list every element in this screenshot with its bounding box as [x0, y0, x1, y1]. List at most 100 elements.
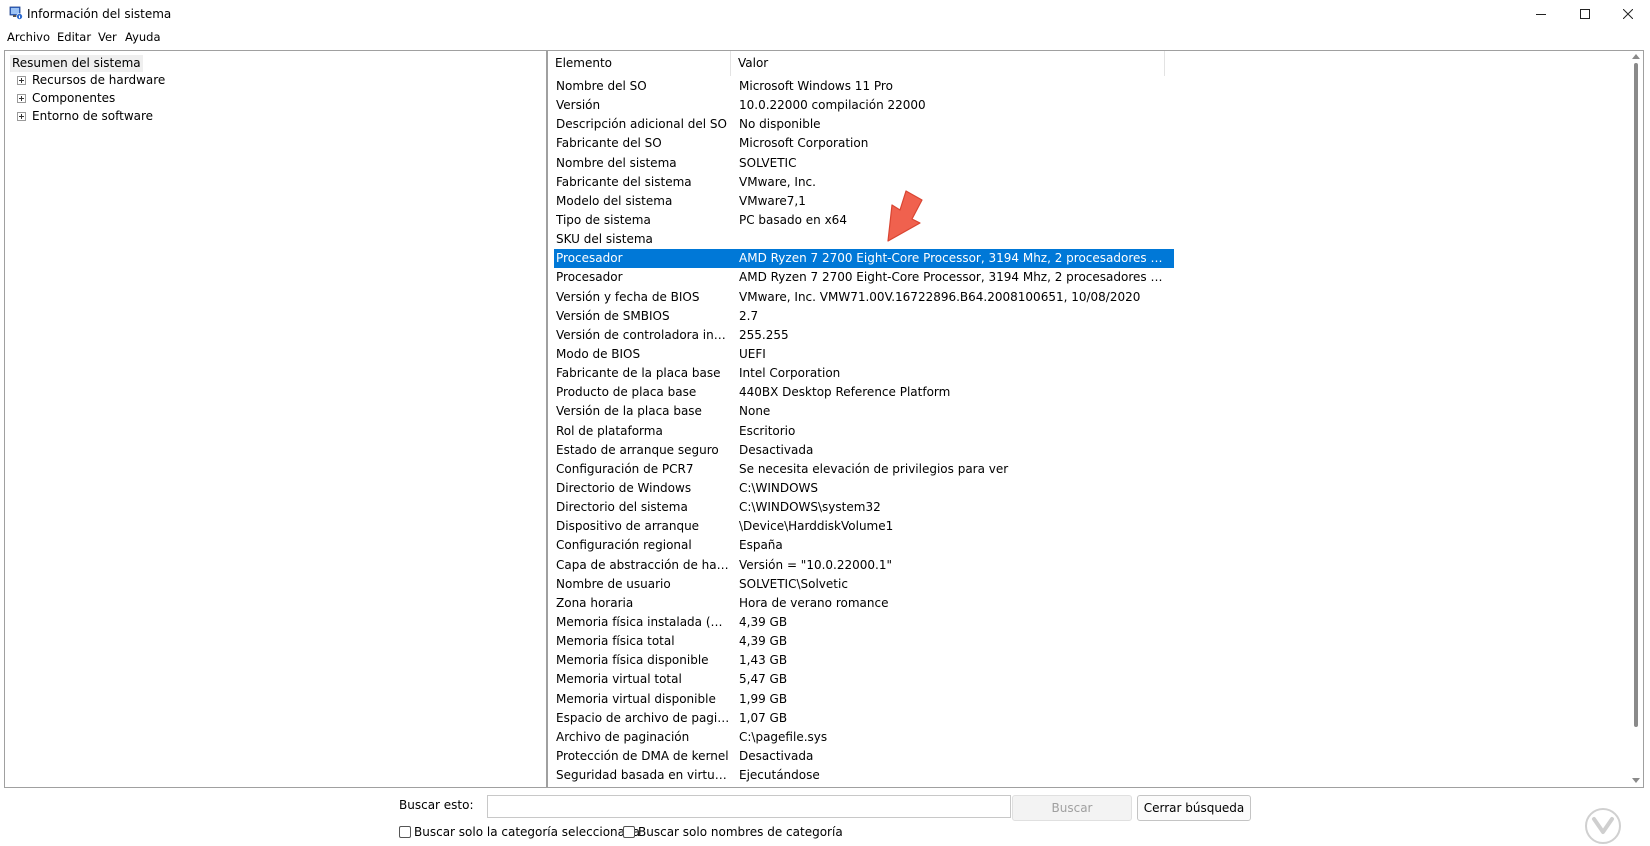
table-row[interactable]: Fabricante del SO Microsoft Corporation — [554, 134, 1174, 153]
close-button[interactable] — [1606, 0, 1650, 28]
table-row[interactable]: Configuración de PCR7 Se necesita elevaci… — [554, 460, 1174, 479]
category-tree[interactable]: Resumen del sistema Recursos de hardware… — [4, 50, 547, 788]
row-value: AMD Ryzen 7 2700 Eight-Core Processor, 3… — [739, 251, 1164, 266]
table-row[interactable]: Modo de BIOS UEFI — [554, 345, 1174, 364]
tree-item-componentes[interactable]: Componentes — [13, 90, 313, 107]
title-bar: Información del sistema — [0, 0, 1650, 28]
tree-item-hardware[interactable]: Recursos de hardware — [13, 72, 313, 89]
table-row[interactable]: Espacio de archivo de paginaci... 1,07 GB — [554, 709, 1174, 728]
expand-icon[interactable] — [17, 94, 26, 103]
row-element: Procesador — [556, 270, 623, 285]
table-row[interactable]: Protección de DMA de kernel Desactivada — [554, 747, 1174, 766]
row-value: AMD Ryzen 7 2700 Eight-Core Processor, 3… — [739, 270, 1164, 285]
row-value: 4,39 GB — [739, 614, 788, 629]
row-element: Modelo del sistema — [556, 193, 673, 208]
row-element: Fabricante del SO — [556, 136, 662, 151]
scrollbar-thumb[interactable] — [1634, 63, 1638, 727]
table-row[interactable]: Versión de la placa base None — [554, 402, 1174, 421]
row-element: Directorio de Windows — [556, 480, 692, 495]
table-row[interactable]: Procesador AMD Ryzen 7 2700 Eight-Core Pr… — [554, 249, 1174, 269]
minimize-icon — [1536, 14, 1546, 15]
table-row[interactable]: Fabricante de la placa base Intel Corpora… — [554, 364, 1174, 383]
row-value: C:\WINDOWS — [739, 480, 819, 495]
checkbox-box[interactable] — [399, 826, 411, 838]
table-row[interactable]: Fabricante del sistema VMware, Inc. — [554, 173, 1174, 192]
row-element: Modo de BIOS — [556, 346, 641, 361]
table-row[interactable]: Directorio de Windows C:\WINDOWS — [554, 479, 1174, 498]
expand-icon[interactable] — [17, 112, 26, 121]
row-value: Microsoft Windows 11 Pro — [739, 79, 893, 93]
annotation-arrow-icon — [887, 190, 923, 242]
table-row[interactable]: Seguridad basada en virtualiza... Ejecutá… — [554, 766, 1174, 785]
table-row[interactable]: SKU del sistema — [554, 230, 1174, 249]
table-row[interactable]: Versión y fecha de BIOS VMware, Inc. VMW7… — [554, 288, 1174, 307]
row-value: Versión = "10.0.22000.1" — [739, 557, 893, 572]
tree-item-software[interactable]: Entorno de software — [13, 108, 313, 125]
row-value: 255.255 — [739, 327, 789, 342]
tree-item-resumen[interactable]: Resumen del sistema — [10, 55, 143, 72]
row-value: \Device\HarddiskVolume1 — [739, 519, 894, 534]
row-value: 4,39 GB — [739, 634, 788, 649]
search-selected-category-checkbox[interactable]: Buscar solo la categoría seleccionada — [399, 824, 640, 840]
row-element: Configuración de PCR7 — [556, 461, 694, 476]
table-row[interactable]: Memoria física instalada (RAM) 4,39 GB — [554, 613, 1174, 632]
search-input[interactable] — [487, 795, 1011, 818]
table-row[interactable]: Configuración regional España — [554, 536, 1174, 555]
table-row[interactable]: Nombre del SO Microsoft Windows 11 Pro — [554, 77, 1174, 96]
row-element: Archivo de paginación — [556, 729, 690, 744]
expand-icon[interactable] — [17, 76, 26, 85]
table-row[interactable]: Capa de abstracción de hardw... Versión =… — [554, 556, 1174, 575]
row-value: Se necesita elevación de privilegios par… — [739, 461, 1009, 476]
menu-ayuda[interactable]: Ayuda — [125, 30, 161, 44]
menu-archivo[interactable]: Archivo — [7, 30, 50, 44]
table-row[interactable]: Estado de arranque seguro Desactivada — [554, 441, 1174, 460]
table-row[interactable]: Nombre del sistema SOLVETIC — [554, 154, 1174, 173]
row-value: Escritorio — [739, 423, 796, 438]
table-row[interactable]: Memoria física total 4,39 GB — [554, 632, 1174, 651]
menu-editar[interactable]: Editar — [57, 30, 91, 44]
close-icon — [1623, 9, 1633, 19]
row-element: Memoria física total — [556, 634, 675, 649]
table-row[interactable]: Versión de controladora integr... 255.255 — [554, 326, 1174, 345]
row-value: VMware, Inc. VMW71.00V.16722896.B64.2008… — [739, 289, 1141, 304]
table-row[interactable]: Rol de plataforma Escritorio — [554, 422, 1174, 441]
search-category-names-checkbox[interactable]: Buscar solo nombres de categoría — [623, 824, 843, 840]
table-row[interactable]: Memoria física disponible 1,43 GB — [554, 651, 1174, 670]
checkbox-label: Buscar solo nombres de categoría — [638, 825, 843, 839]
minimize-button[interactable] — [1519, 0, 1563, 28]
column-header-elemento[interactable]: Elemento — [548, 51, 731, 76]
table-row[interactable]: Dispositivo de arranque \Device\HarddiskV… — [554, 517, 1174, 536]
table-row[interactable]: Producto de placa base 440BX Desktop Refe… — [554, 383, 1174, 402]
search-button[interactable]: Buscar — [1012, 795, 1132, 821]
close-search-button[interactable]: Cerrar búsqueda — [1137, 795, 1251, 821]
table-row[interactable]: Directorio del sistema C:\WINDOWS\system3… — [554, 498, 1174, 517]
table-row[interactable]: Modelo del sistema VMware7,1 — [554, 192, 1174, 211]
table-row[interactable]: Memoria virtual disponible 1,99 GB — [554, 690, 1174, 709]
table-row[interactable]: Versión de SMBIOS 2.7 — [554, 307, 1174, 326]
row-element: Descripción adicional del SO — [556, 117, 727, 132]
row-element: Nombre de usuario — [556, 576, 671, 591]
table-row[interactable]: Memoria virtual total 5,47 GB — [554, 670, 1174, 689]
column-header-valor[interactable]: Valor — [731, 51, 1165, 76]
table-row[interactable]: Zona horaria Hora de verano romance — [554, 594, 1174, 613]
maximize-button[interactable] — [1563, 0, 1607, 28]
row-element: Memoria virtual disponible — [556, 691, 716, 706]
scroll-up-icon[interactable] — [1632, 54, 1640, 59]
search-panel: Buscar esto: Buscar Cerrar búsqueda Busc… — [0, 790, 1650, 846]
vertical-scrollbar[interactable] — [1629, 51, 1643, 787]
row-value: 1,07 GB — [739, 710, 788, 725]
details-list[interactable]: Elemento Valor Nombre del SO Microsoft Wi… — [547, 50, 1644, 788]
row-element: Nombre del sistema — [556, 155, 677, 170]
row-value: VMware7,1 — [739, 193, 806, 208]
table-row[interactable]: Archivo de paginación C:\pagefile.sys — [554, 728, 1174, 747]
table-row[interactable]: Procesador AMD Ryzen 7 2700 Eight-Core Pr… — [554, 268, 1174, 287]
table-row[interactable]: Tipo de sistema PC basado en x64 — [554, 211, 1174, 230]
table-row[interactable]: Descripción adicional del SO No disponibl… — [554, 115, 1174, 134]
menu-ver[interactable]: Ver — [98, 30, 117, 44]
row-value: SOLVETIC\Solvetic — [739, 576, 848, 591]
table-row[interactable]: Nombre de usuario SOLVETIC\Solvetic — [554, 575, 1174, 594]
scroll-down-icon[interactable] — [1632, 778, 1640, 783]
checkbox-box[interactable] — [623, 826, 635, 838]
table-row[interactable]: Versión 10.0.22000 compilación 22000 — [554, 96, 1174, 115]
row-element: Configuración regional — [556, 538, 692, 553]
